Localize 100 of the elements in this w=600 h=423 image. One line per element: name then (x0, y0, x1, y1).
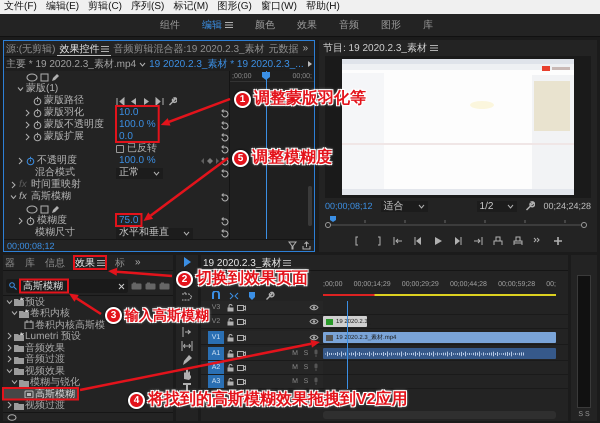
snap-icon[interactable] (211, 291, 221, 301)
rectangle-icon[interactable] (40, 72, 49, 82)
lock-icon[interactable] (227, 334, 234, 342)
menu-item[interactable]: 图形(G) (217, 0, 252, 14)
reset-icon[interactable] (220, 228, 229, 238)
tree-item[interactable]: 预设 (3, 296, 48, 308)
workspace-tab[interactable]: 图形 (381, 18, 401, 32)
yuv-effects-icon[interactable] (159, 282, 170, 290)
reset-icon[interactable] (220, 156, 229, 166)
checkbox[interactable] (116, 145, 124, 153)
workspace-tab[interactable]: 颜色 (255, 18, 275, 32)
reset-icon[interactable] (220, 216, 229, 226)
effect-toggle[interactable]: fx (19, 191, 29, 203)
stopwatch-icon[interactable] (26, 216, 35, 226)
step-backward-icon[interactable] (129, 96, 138, 106)
reset-icon[interactable] (220, 168, 229, 178)
ellipse-icon[interactable] (26, 72, 38, 82)
tree-item[interactable]: 模糊与锐化 (3, 376, 83, 388)
wrench-icon[interactable] (525, 201, 536, 211)
menu-item[interactable]: 剪辑(C) (88, 0, 122, 14)
menu-item[interactable]: 文件(F) (4, 0, 37, 14)
reset-icon[interactable] (220, 108, 229, 118)
property-value[interactable]: 100.0 % (116, 156, 159, 166)
sync-lock-icon[interactable] (237, 318, 246, 326)
menu-item[interactable]: 帮助(H) (306, 0, 340, 14)
keyframe-navigator-icon[interactable] (200, 157, 220, 165)
new-bin-icon[interactable] (7, 414, 17, 420)
sequence-clip-label[interactable]: 19 2020.2.3_素材 * 19 2020.2.3_... (149, 57, 304, 71)
insert-icon[interactable] (493, 236, 503, 246)
export-icon[interactable] (302, 241, 311, 250)
reset-icon[interactable] (220, 144, 229, 154)
panel-tab[interactable]: 库 (23, 255, 37, 270)
property-value[interactable]: 10.0 (116, 108, 142, 118)
panel-tab[interactable]: 音频剪辑混合器:19 2020.2.3_素材 (111, 41, 267, 56)
menu-icon[interactable] (101, 44, 110, 52)
slip-tool-icon[interactable] (181, 340, 193, 352)
tree-item[interactable]: 视频效果 (3, 365, 68, 376)
tree-item[interactable]: 音频效果 (3, 342, 68, 354)
lock-icon[interactable] (227, 304, 234, 312)
panel-tab[interactable]: 元数据 (266, 41, 301, 56)
go-to-in-icon[interactable] (393, 236, 403, 246)
property-value[interactable]: 0.0 (116, 132, 136, 142)
track-backward-icon[interactable] (116, 96, 125, 106)
reset-icon[interactable] (220, 120, 229, 130)
property-value[interactable]: 75.0 (116, 216, 142, 226)
step-forward-icon[interactable] (453, 236, 463, 246)
timecode[interactable]: 00;00;08;12 (325, 201, 373, 211)
menu-item[interactable]: 序列(S) (131, 0, 164, 14)
workspace-tab[interactable]: 库 (423, 18, 433, 32)
overwrite-icon[interactable] (513, 236, 523, 246)
stopwatch-icon[interactable] (33, 96, 42, 106)
menu-item[interactable]: 编辑(E) (46, 0, 80, 14)
lock-icon[interactable] (227, 378, 234, 386)
menu-icon[interactable] (225, 21, 233, 29)
linked-selection-icon[interactable] (229, 291, 239, 301)
menu-icon[interactable] (283, 258, 292, 266)
reset-icon[interactable] (220, 192, 229, 202)
menu-item[interactable]: 标记(M) (173, 0, 208, 14)
panel-tab[interactable]: 信息 (43, 255, 67, 270)
zoom-dropdown[interactable]: 适合 (380, 200, 428, 212)
hand-tool-icon[interactable] (181, 368, 193, 380)
wrench-icon[interactable] (168, 96, 177, 106)
eye-icon[interactable] (309, 304, 319, 311)
sync-lock-icon[interactable] (237, 364, 246, 372)
menu-icon[interactable] (430, 44, 438, 52)
panel-tab[interactable]: 效果控件 (57, 41, 112, 56)
tree-item[interactable]: 卷积内核 (3, 308, 73, 319)
track-forward-icon[interactable] (155, 96, 164, 106)
stopwatch-icon[interactable] (33, 132, 42, 142)
workspace-tab[interactable]: 组件 (160, 18, 180, 32)
bit-depth-icon[interactable] (145, 282, 156, 290)
selection-tool-icon[interactable] (181, 256, 193, 268)
stopwatch-icon[interactable] (33, 120, 42, 130)
tree-item[interactable]: 音频过渡 (3, 354, 68, 365)
lock-icon[interactable] (227, 318, 234, 326)
play-icon[interactable] (433, 236, 443, 246)
panel-tab[interactable]: 器 (3, 255, 17, 270)
pen-tool-icon[interactable] (181, 354, 193, 366)
accelerated-effects-icon[interactable] (131, 282, 142, 290)
add-icon[interactable] (553, 236, 563, 246)
resolution-dropdown[interactable]: 1/2 (476, 200, 518, 212)
wrench-icon[interactable] (265, 291, 275, 301)
play-icon[interactable] (142, 96, 151, 106)
property-dropdown[interactable]: 水平和垂直 (116, 228, 193, 238)
eye-icon[interactable] (309, 334, 319, 341)
ellipse-icon[interactable] (26, 204, 38, 214)
panel-tab[interactable]: 效果 (73, 255, 107, 270)
sync-lock-icon[interactable] (237, 378, 246, 386)
eye-icon[interactable] (309, 318, 319, 325)
time-ruler[interactable] (325, 216, 587, 228)
reset-icon[interactable] (220, 132, 229, 142)
rectangle-icon[interactable] (40, 204, 49, 214)
workspace-tab[interactable]: 效果 (297, 18, 317, 32)
overflow-button[interactable]: » (300, 41, 310, 56)
workspace-tab[interactable]: 编辑 (202, 18, 233, 32)
panel-tab[interactable]: 标 (113, 255, 127, 270)
lock-icon[interactable] (227, 364, 234, 372)
menu-item[interactable]: 窗口(W) (260, 0, 297, 14)
master-clip-label[interactable]: 主要 * 19 2020.2.3_素材.mp4 (6, 57, 136, 71)
property-dropdown[interactable]: 正常 (116, 168, 163, 178)
